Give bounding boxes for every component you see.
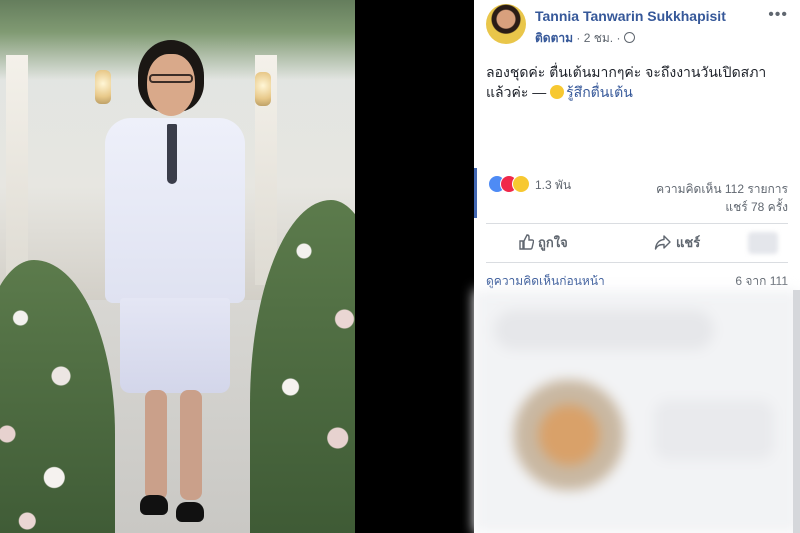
share-button-label: แชร์ (676, 235, 701, 250)
share-count-link[interactable]: แชร์ 78 ครั้ง (656, 198, 788, 216)
share-arrow-icon (654, 235, 671, 250)
post-stats: ความคิดเห็น 112 รายการ แชร์ 78 ครั้ง (656, 180, 788, 216)
blurred-control (748, 232, 778, 254)
photo-person (100, 40, 250, 530)
comments-scrollbar[interactable] (793, 290, 800, 533)
photo-pillar (6, 55, 28, 285)
comments-pagination-count: 6 จาก 111 (735, 274, 788, 288)
post-photo[interactable] (0, 0, 355, 533)
divider (486, 262, 788, 263)
divider (486, 223, 788, 224)
share-button[interactable]: แชร์ (654, 232, 700, 253)
thumbs-up-icon (519, 234, 535, 250)
action-bar: ถูกใจ แชร์ (486, 228, 788, 258)
post-time[interactable]: 2 ชม. (584, 31, 613, 45)
reaction-count: 1.3 พัน (535, 178, 572, 192)
excited-emoji-icon (550, 85, 565, 99)
meta-dot: · (616, 31, 621, 45)
wow-icon (512, 175, 530, 193)
comment-count-link[interactable]: ความคิดเห็น 112 รายการ (656, 180, 788, 198)
more-options-icon[interactable]: ••• (768, 6, 788, 24)
focus-indicator (474, 168, 477, 218)
feeling-link[interactable]: รู้สึกตื่นเต้น (566, 84, 633, 100)
globe-icon (623, 32, 635, 43)
post-text: ลองชุดค่ะ ตื่นเต้นมากๆค่ะ จะถึงงานวันเปิ… (486, 62, 786, 102)
meta-dot: · (576, 31, 581, 45)
like-button-label: ถูกใจ (538, 235, 568, 250)
view-previous-comments-link[interactable]: ดูความคิดเห็นก่อนหน้า (486, 274, 605, 288)
like-button[interactable]: ถูกใจ (518, 232, 568, 253)
author-name[interactable]: Tannia Tanwarin Sukkhapisit (535, 8, 726, 24)
avatar[interactable] (486, 4, 526, 44)
comments-header: ดูความคิดเห็นก่อนหน้า 6 จาก 111 (486, 272, 788, 291)
photo-lamp (255, 72, 271, 106)
post-header: Tannia Tanwarin Sukkhapisit ติดตาม · 2 ช… (486, 4, 790, 50)
follow-link[interactable]: ติดตาม (535, 31, 573, 45)
post-meta: ติดตาม · 2 ชม. · (535, 29, 635, 48)
post-panel: Tannia Tanwarin Sukkhapisit ติดตาม · 2 ช… (474, 0, 800, 533)
blurred-comments-area (474, 290, 800, 533)
